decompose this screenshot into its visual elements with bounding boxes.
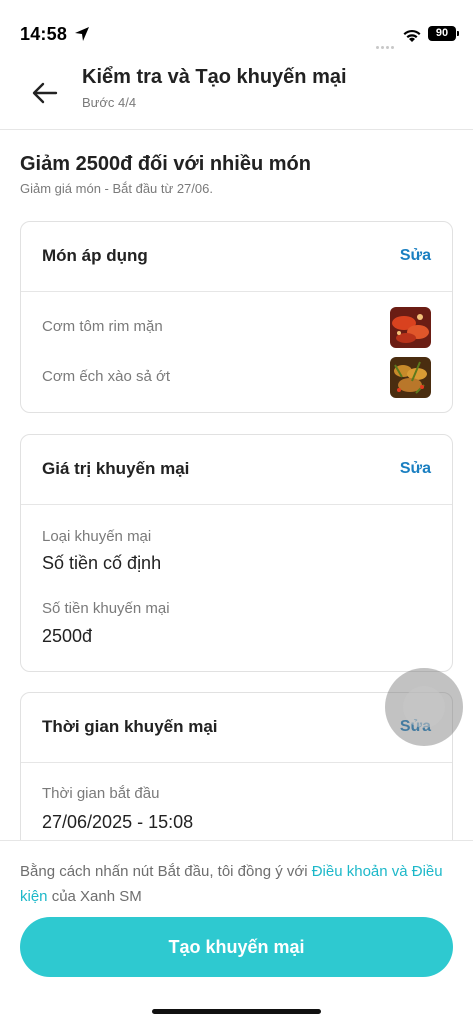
edit-value-button[interactable]: Sửa bbox=[400, 460, 431, 478]
back-button[interactable] bbox=[30, 78, 60, 108]
terms-prefix: Bằng cách nhấn nút Bắt đầu, tôi đồng ý v… bbox=[20, 863, 312, 880]
card-title: Giá trị khuyến mại bbox=[42, 459, 190, 478]
promo-title: Giảm 2500đ đối với nhiều món bbox=[20, 153, 311, 175]
arrow-left-icon bbox=[32, 82, 58, 104]
card-title: Món áp dụng bbox=[42, 246, 148, 265]
touch-indicator bbox=[385, 668, 463, 746]
applied-items-card: Món áp dụng Sửa Cơm tôm rim mặn Cơm ếch … bbox=[20, 221, 453, 413]
edit-items-button[interactable]: Sửa bbox=[400, 247, 431, 265]
item-name: Cơm tôm rim mặn bbox=[42, 318, 163, 335]
start-time-label: Thời gian bắt đầu bbox=[42, 785, 160, 802]
card-header: Giá trị khuyến mại Sửa bbox=[21, 435, 452, 505]
create-promo-button[interactable]: Tạo khuyến mại bbox=[20, 917, 453, 977]
promo-amount-label: Số tiền khuyến mại bbox=[42, 600, 170, 617]
wifi-icon bbox=[403, 29, 421, 42]
promo-subtitle: Giảm giá món - Bắt đầu từ 27/06. bbox=[20, 181, 213, 196]
location-arrow-icon bbox=[75, 27, 89, 41]
promo-type-label: Loại khuyến mại bbox=[42, 528, 152, 545]
footer: Bằng cách nhấn nút Bắt đầu, tôi đồng ý v… bbox=[0, 840, 473, 1024]
list-item: Cơm ếch xào sả ớt bbox=[21, 352, 452, 402]
card-title: Thời gian khuyến mại bbox=[42, 717, 218, 736]
frog-dish-image bbox=[390, 357, 431, 398]
page-title: Kiểm tra và Tạo khuyến mại bbox=[82, 66, 347, 88]
promo-value-card: Giá trị khuyến mại Sửa Loại khuyến mại S… bbox=[20, 434, 453, 672]
step-indicator: Bước 4/4 bbox=[82, 95, 137, 110]
card-header: Món áp dụng Sửa bbox=[21, 222, 452, 292]
battery-icon: 90 bbox=[428, 26, 459, 41]
page-header: Kiểm tra và Tạo khuyến mại Bước 4/4 bbox=[0, 56, 473, 130]
terms-suffix: của Xanh SM bbox=[47, 888, 142, 905]
promo-amount-value: 2500đ bbox=[42, 626, 93, 646]
item-name: Cơm ếch xào sả ớt bbox=[42, 368, 171, 385]
status-time: 14:58 bbox=[20, 24, 68, 44]
signal-icon bbox=[376, 36, 398, 49]
promo-type-value: Số tiền cố định bbox=[42, 553, 162, 573]
start-time-value: 27/06/2025 - 15:08 bbox=[42, 812, 194, 832]
shrimp-dish-image bbox=[390, 307, 431, 348]
home-indicator bbox=[152, 1009, 321, 1014]
list-item: Cơm tôm rim mặn bbox=[21, 302, 452, 352]
battery-level: 90 bbox=[435, 27, 449, 39]
terms-notice: Bằng cách nhấn nút Bắt đầu, tôi đồng ý v… bbox=[20, 859, 453, 909]
